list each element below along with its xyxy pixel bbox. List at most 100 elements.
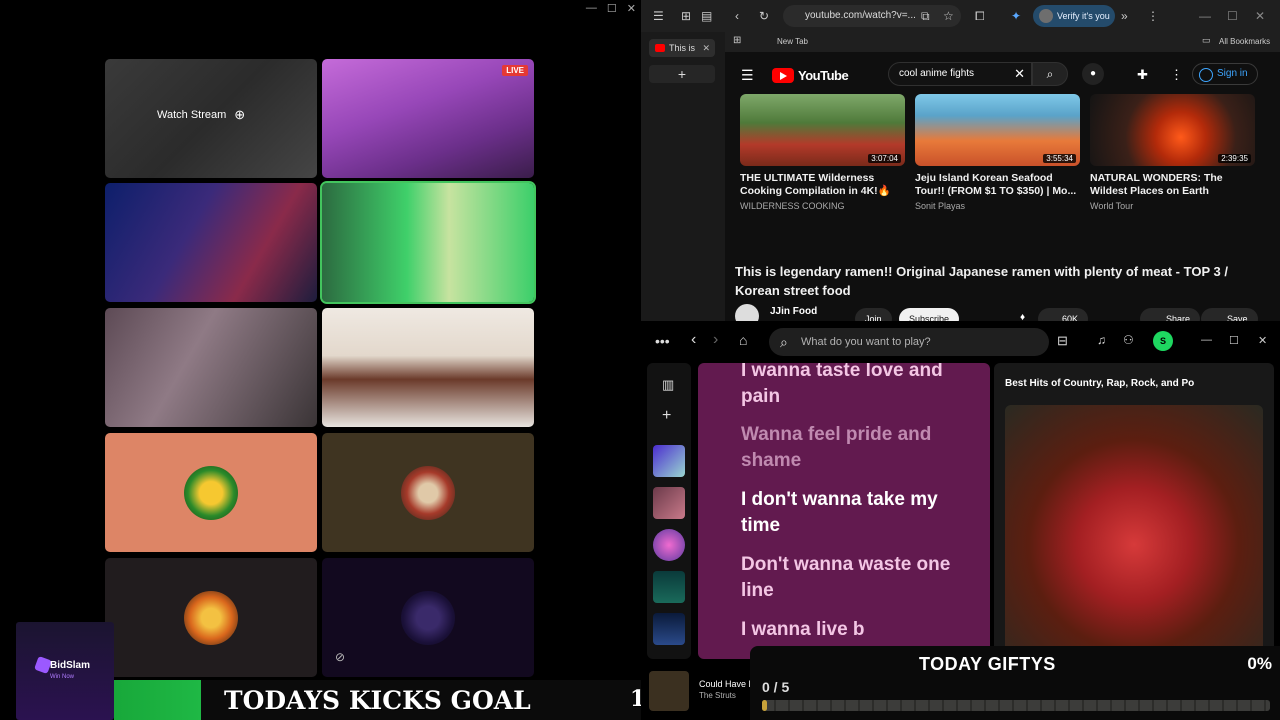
workspaces-icon[interactable]: ⊞ <box>681 9 691 23</box>
lyric-line[interactable]: Wanna feel pride and shame <box>741 422 981 474</box>
lyric-line[interactable]: I wanna live b <box>741 617 981 643</box>
close-icon[interactable]: ✕ <box>1258 334 1267 347</box>
video-duration: 3:07:04 <box>868 154 901 163</box>
video-title[interactable]: NATURAL WONDERS: The Wildest Places on E… <box>1090 172 1255 199</box>
browse-icon[interactable]: ⊟ <box>1057 333 1068 349</box>
webcam-tile[interactable] <box>105 183 317 302</box>
new-tab-button[interactable]: + <box>649 65 715 83</box>
giftys-count: 0 / 5 <box>762 679 790 695</box>
sidebar-toggle-icon[interactable]: ☰ <box>653 9 664 23</box>
minimize-icon[interactable]: — <box>1199 9 1211 23</box>
now-playing-panel: Best Hits of Country, Rap, Rock, and Po <box>994 363 1274 659</box>
spotify-search-input[interactable]: What do you want to play? <box>769 328 1049 356</box>
video-title[interactable]: Jeju Island Korean Seafood Tour!! (FROM … <box>915 172 1080 199</box>
library-item[interactable] <box>653 529 685 561</box>
webcam-tile[interactable] <box>105 308 317 427</box>
tab-youtube[interactable]: This is ✕ <box>649 39 715 57</box>
video-card[interactable]: 3:55:34 Jeju Island Korean Seafood Tour!… <box>915 94 1080 211</box>
favorite-star-icon[interactable]: ☆ <box>943 9 954 23</box>
search-value: cool anime fights <box>899 68 975 79</box>
video-title[interactable]: THE ULTIMATE Wilderness Cooking Compilat… <box>740 172 905 199</box>
video-card[interactable]: 3:07:04 THE ULTIMATE Wilderness Cooking … <box>740 94 905 211</box>
friends-activity-icon[interactable]: ⚇ <box>1123 333 1134 347</box>
address-bar[interactable]: youtube.com/watch?v=... <box>783 5 961 27</box>
camera-off-icon: ⊘ <box>335 650 346 664</box>
screen-cast-icon[interactable]: ⧉ <box>921 9 930 24</box>
giftys-title: TODAY GIFTYS <box>919 654 1056 674</box>
playlist-title[interactable]: Best Hits of Country, Rap, Rock, and Po <box>1005 378 1195 389</box>
refresh-icon[interactable]: ↻ <box>759 9 769 23</box>
copilot-icon[interactable]: ✦ <box>1011 9 1021 23</box>
video-thumbnail[interactable]: 3:55:34 <box>915 94 1080 166</box>
user-avatar[interactable]: S <box>1153 331 1173 351</box>
vertical-tab-strip: This is ✕ + <box>641 32 725 321</box>
vertical-tabs-icon[interactable]: ▤ <box>701 9 712 23</box>
verify-profile-button[interactable]: Verify it's you <box>1033 5 1115 27</box>
watch-stream-button[interactable]: Watch Stream ⊕ <box>157 107 245 123</box>
maximize-icon[interactable]: ☐ <box>607 2 617 15</box>
notifications-bell-icon[interactable]: ♫ <box>1097 333 1106 347</box>
forward-arrow-icon[interactable]: › <box>713 331 718 349</box>
channel-name[interactable]: JJin Food <box>770 306 817 317</box>
youtube-page: ☰ YouTube cool anime fights ✕ ⌕ ● ✚ ⋮ Si… <box>725 52 1280 330</box>
now-playing-artwork <box>1005 405 1263 659</box>
lyric-line[interactable]: Don't wanna waste one line <box>741 552 981 604</box>
stream-tile[interactable]: Watch Stream ⊕ <box>105 59 317 178</box>
avatar-tile[interactable] <box>105 558 317 677</box>
library-item[interactable] <box>653 613 685 645</box>
favorites-new-tab[interactable]: New Tab <box>777 37 808 46</box>
create-playlist-icon[interactable]: + <box>662 407 671 425</box>
search-icon: ⌕ <box>1046 67 1054 81</box>
minimize-icon[interactable]: — <box>1201 334 1212 346</box>
library-item[interactable] <box>653 571 685 603</box>
track-thumbnail[interactable] <box>649 671 689 711</box>
clear-search-icon[interactable]: ✕ <box>1014 63 1025 85</box>
track-title[interactable]: Could Have E <box>699 679 755 689</box>
webcam-tile[interactable] <box>322 308 534 427</box>
menu-dots-icon[interactable]: ••• <box>655 333 670 349</box>
avatar-tile[interactable] <box>105 433 317 552</box>
giftys-progress-fill <box>762 700 768 711</box>
hamburger-menu-icon[interactable]: ☰ <box>741 67 754 84</box>
channel-name[interactable]: World Tour <box>1090 201 1255 211</box>
all-bookmarks-link[interactable]: All Bookmarks <box>1219 37 1270 46</box>
webcam-tile-speaking[interactable] <box>320 181 536 304</box>
settings-dots-icon[interactable]: ⋮ <box>1170 67 1183 83</box>
bidslam-widget[interactable]: BidSlam Win Now <box>16 622 114 720</box>
live-badge: LIVE <box>502 65 528 76</box>
create-icon[interactable]: ✚ <box>1137 67 1148 83</box>
apps-icon[interactable]: ⊞ <box>733 35 741 46</box>
video-card[interactable]: 2:39:35 NATURAL WONDERS: The Wildest Pla… <box>1090 94 1255 211</box>
minimize-icon[interactable]: — <box>586 2 597 15</box>
avatar-tile[interactable] <box>322 558 534 677</box>
youtube-logo[interactable]: YouTube <box>772 68 849 83</box>
maximize-icon[interactable]: ☐ <box>1227 9 1238 23</box>
track-artist[interactable]: The Struts <box>699 691 736 700</box>
voice-search-icon[interactable]: ● <box>1082 63 1104 85</box>
library-icon[interactable]: ▥ <box>662 377 674 393</box>
video-thumbnail[interactable]: 3:07:04 <box>740 94 905 166</box>
tab-title: This is <box>669 43 696 53</box>
youtube-search-input[interactable]: cool anime fights ✕ <box>888 62 1032 86</box>
video-thumbnail[interactable]: 2:39:35 <box>1090 94 1255 166</box>
extensions-icon[interactable]: ⧠ <box>975 9 985 24</box>
game-stream-tile[interactable]: LIVE <box>322 59 534 178</box>
lyric-line[interactable]: I wanna taste love and pain <box>741 363 981 410</box>
lyric-line-current[interactable]: I don't wanna take my time <box>741 487 981 539</box>
home-icon[interactable]: ⌂ <box>739 332 747 348</box>
close-tab-icon[interactable]: ✕ <box>702 39 710 57</box>
maximize-icon[interactable]: ☐ <box>1229 334 1239 347</box>
sign-in-button[interactable]: Sign in <box>1192 63 1258 85</box>
search-button[interactable]: ⌕ <box>1032 62 1068 86</box>
channel-name[interactable]: WILDERNESS COOKING <box>740 201 905 211</box>
back-icon[interactable]: ‹ <box>735 9 739 23</box>
close-icon[interactable]: ✕ <box>1255 9 1265 23</box>
library-item[interactable] <box>653 487 685 519</box>
avatar-tile[interactable] <box>322 433 534 552</box>
channel-name[interactable]: Sonit Playas <box>915 201 1080 211</box>
menu-dots-icon[interactable]: ⋮ <box>1147 9 1159 23</box>
liked-songs-item[interactable] <box>653 445 685 477</box>
close-icon[interactable]: ✕ <box>627 2 636 15</box>
back-arrow-icon[interactable]: ‹ <box>691 331 696 349</box>
more-chevron-icon[interactable]: » <box>1121 9 1128 23</box>
